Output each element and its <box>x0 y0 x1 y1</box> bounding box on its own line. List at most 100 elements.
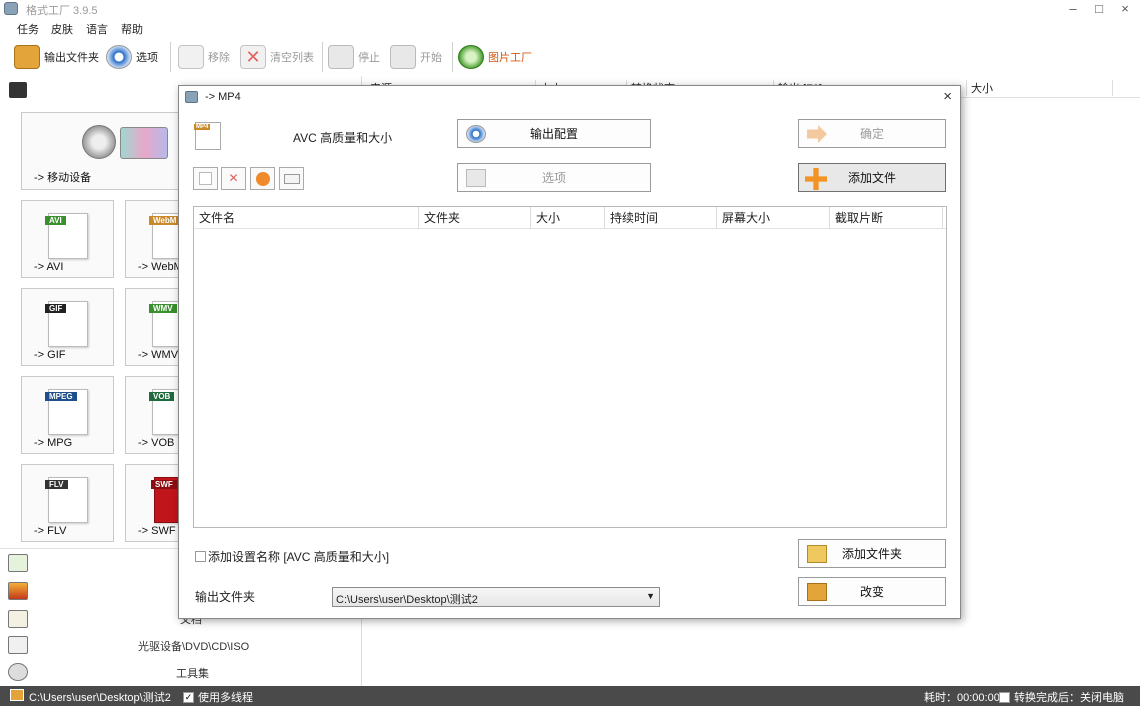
dialog-title-bar: -> MP4 × <box>179 86 960 108</box>
avi-label: -> AVI <box>34 261 64 273</box>
ok-button[interactable]: 确定 <box>798 119 946 148</box>
window-title: 格式工厂 3.9.5 <box>26 5 98 17</box>
remove-icon <box>178 45 204 69</box>
document-icon <box>8 610 28 628</box>
picture-factory-label: 图片工厂 <box>488 52 532 64</box>
folder-icon <box>14 45 40 69</box>
menu-task[interactable]: 任务 <box>17 21 39 37</box>
gif-label: -> GIF <box>34 349 66 361</box>
maximize-button[interactable]: □ <box>1086 0 1112 18</box>
clear-list-icon: ✕ <box>240 45 266 69</box>
col-filename[interactable]: 文件名 <box>194 207 419 229</box>
options-label: 选项 <box>136 52 158 64</box>
picture-factory-button[interactable]: 图片工厂 <box>458 44 532 70</box>
file-list-header: 文件名 文件夹 大小 持续时间 屏幕大小 截取片断 <box>194 207 946 229</box>
change-button[interactable]: 改变 <box>798 577 946 606</box>
toolbar-divider <box>170 42 171 72</box>
after-done-check-box[interactable] <box>999 692 1010 703</box>
wmv-tag: WMV <box>149 304 177 313</box>
window-close-button[interactable]: × <box>1112 0 1138 18</box>
col-filesize[interactable]: 大小 <box>531 207 605 229</box>
output-folder-label: 输出文件夹 <box>44 52 99 64</box>
multithread-check-box[interactable]: ✓ <box>183 692 194 703</box>
flv-label: -> FLV <box>34 525 67 537</box>
options-button[interactable]: 选项 <box>106 44 158 70</box>
col-screen-size[interactable]: 屏幕大小 <box>717 207 830 229</box>
mp4-dialog: -> MP4 × MP4 AVC 高质量和大小 输出配置 确定 ✕ 选项 添加文… <box>178 85 961 619</box>
output-config-label: 输出配置 <box>529 127 578 141</box>
toolbar-divider <box>322 42 323 72</box>
status-bar: C:\Users\user\Desktop\测试2 ✓ 使用多线程 耗时：00:… <box>0 686 1140 706</box>
clear-files-button[interactable]: ✕ <box>221 167 246 190</box>
play-file-button[interactable] <box>250 167 275 190</box>
toolbar: 输出文件夹 选项 移除 ✕ 清空列表 停止 开始 图片工厂 <box>0 38 1140 76</box>
stop-button[interactable]: 停止 <box>328 44 380 70</box>
ok-label: 确定 <box>859 127 884 141</box>
output-folder-button[interactable]: 输出文件夹 <box>14 44 99 70</box>
add-setting-name-label: 添加设置名称 [AVC 高质量和大小] <box>208 550 390 564</box>
col-duration[interactable]: 持续时间 <box>605 207 717 229</box>
col-end-divider <box>1112 80 1113 96</box>
add-file-button[interactable]: 添加文件 <box>798 163 946 192</box>
col-clip[interactable]: 截取片断 <box>830 207 943 229</box>
webm-tag: WebM <box>149 216 181 225</box>
output-folder-select[interactable]: C:\Users\user\Desktop\测试2 ▼ <box>332 587 660 607</box>
remove-button[interactable]: 移除 <box>178 44 230 70</box>
status-folder-icon[interactable] <box>10 689 24 701</box>
mpg-label: -> MPG <box>34 437 73 449</box>
status-path[interactable]: C:\Users\user\Desktop\测试2 <box>29 689 171 705</box>
menu-language[interactable]: 语言 <box>86 21 108 37</box>
flv-tile[interactable]: FLV -> FLV <box>21 464 114 542</box>
video-category-icon[interactable] <box>9 82 27 98</box>
swf-label: -> SWF <box>138 525 176 537</box>
mpg-tile[interactable]: MPEG -> MPG <box>21 376 114 454</box>
webm-label: -> WebM <box>138 261 183 273</box>
stop-label: 停止 <box>358 52 380 64</box>
menu-bar: 任务 皮肤 语言 帮助 <box>0 18 1140 38</box>
dialog-title: -> MP4 <box>205 91 241 103</box>
add-folder-button[interactable]: 添加文件夹 <box>798 539 946 568</box>
col-output-size[interactable]: 大小 <box>966 80 993 96</box>
play-icon <box>256 172 270 186</box>
avi-file-icon: AVI <box>45 213 88 259</box>
plus-icon <box>805 168 827 190</box>
col-folder[interactable]: 文件夹 <box>419 207 531 229</box>
change-label: 改变 <box>859 585 884 599</box>
info-icon <box>284 174 300 184</box>
optical-category-label: 光驱设备\DVD\CD\ISO <box>138 641 250 653</box>
clear-list-label: 清空列表 <box>270 52 314 64</box>
file-info-button[interactable] <box>279 167 304 190</box>
clear-list-button[interactable]: ✕ 清空列表 <box>240 44 314 70</box>
picture-icon <box>8 582 28 600</box>
output-config-button[interactable]: 输出配置 <box>457 119 651 148</box>
ok-arrow-icon <box>807 125 827 143</box>
dialog-close-button[interactable]: × <box>943 88 952 105</box>
swf-tag: SWF <box>151 480 177 489</box>
gif-tile[interactable]: GIF -> GIF <box>21 288 114 366</box>
remove-label: 移除 <box>208 52 230 64</box>
add-setting-name-checkbox[interactable]: 添加设置名称 [AVC 高质量和大小] <box>195 548 389 565</box>
mobile-devices-icon <box>120 127 168 159</box>
optical-category[interactable]: 光驱设备\DVD\CD\ISO <box>0 632 362 658</box>
setting-name-checkbox-box[interactable] <box>195 551 206 562</box>
flv-file-icon: FLV <box>45 477 88 523</box>
chevron-down-icon: ▼ <box>646 591 655 601</box>
mp4-file-icon: MP4 <box>194 122 221 150</box>
vob-tag: VOB <box>149 392 175 401</box>
output-folder-value: C:\Users\user\Desktop\测试2 <box>336 594 478 606</box>
clear-files-icon: ✕ <box>228 171 239 185</box>
add-folder-icon <box>807 545 827 563</box>
tools-category[interactable]: 工具集 <box>0 659 362 685</box>
start-button[interactable]: 开始 <box>390 44 442 70</box>
title-bar: 格式工厂 3.9.5 – □ × <box>0 0 1140 18</box>
app-icon <box>4 2 18 15</box>
menu-help[interactable]: 帮助 <box>121 21 143 37</box>
dialog-app-icon <box>185 91 198 103</box>
avi-tile[interactable]: AVI -> AVI <box>21 200 114 278</box>
minimize-button[interactable]: – <box>1060 0 1086 18</box>
options-gear-icon <box>106 45 132 69</box>
options-dialog-button[interactable]: 选项 <box>457 163 651 192</box>
menu-skin[interactable]: 皮肤 <box>51 21 73 37</box>
file-list[interactable]: 文件名 文件夹 大小 持续时间 屏幕大小 截取片断 <box>193 206 947 528</box>
remove-file-button[interactable] <box>193 167 218 190</box>
